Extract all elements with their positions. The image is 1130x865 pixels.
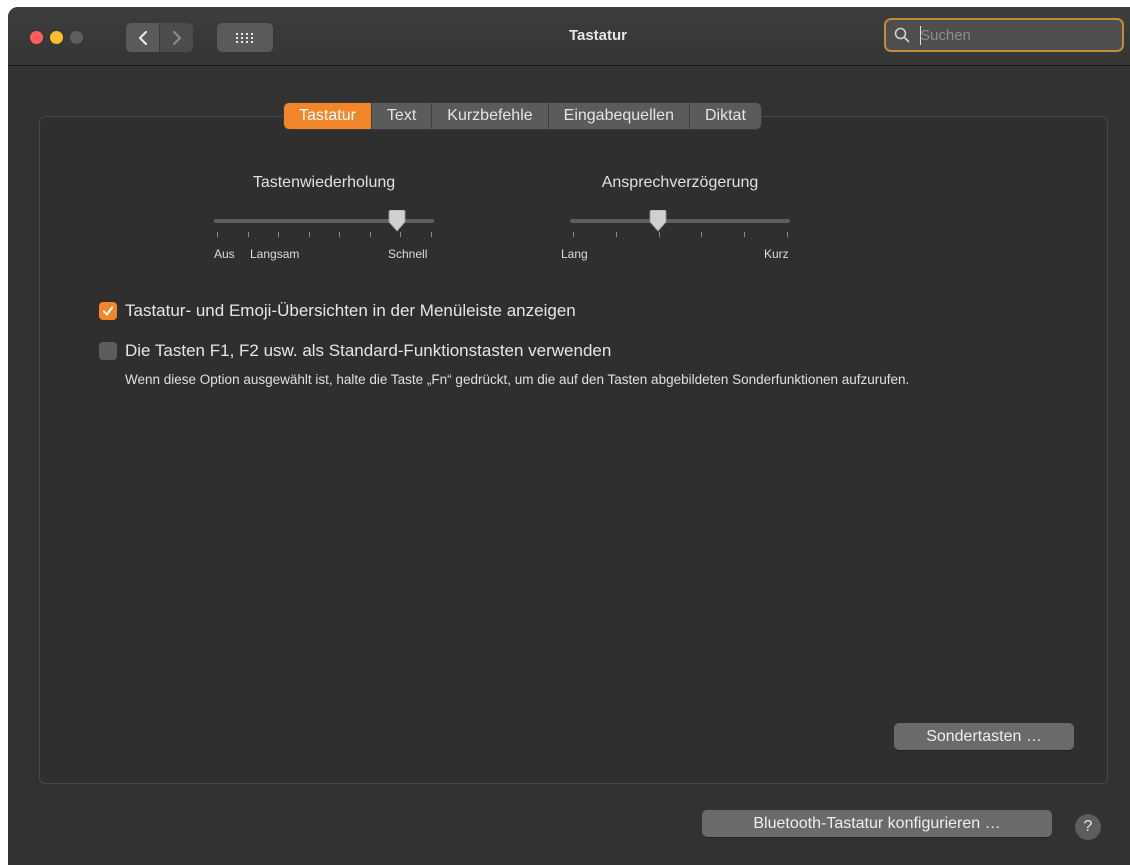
key-repeat-max-label: Schnell xyxy=(388,247,428,261)
delay-min-label: Lang xyxy=(561,247,588,261)
slider-tick xyxy=(369,232,371,237)
slider-tick xyxy=(431,232,432,237)
tab-bar: Tastatur Text Kurzbefehle Eingabequellen… xyxy=(284,103,761,129)
show-all-button[interactable] xyxy=(217,23,273,52)
bluetooth-keyboard-button[interactable]: Bluetooth-Tastatur konfigurieren … xyxy=(702,810,1052,837)
slider-tick xyxy=(701,232,703,237)
grid-icon xyxy=(236,32,253,43)
checkmark-icon xyxy=(103,306,113,316)
delay-until-repeat-label: Ansprechverzögerung xyxy=(601,174,759,191)
fn-keys-checkbox-row[interactable]: Die Tasten F1, F2 usw. als Standard-Funk… xyxy=(99,341,611,361)
slider-tick xyxy=(217,232,218,237)
show-viewers-label[interactable]: Tastatur- und Emoji-Übersichten in der M… xyxy=(125,301,576,321)
tab-text[interactable]: Text xyxy=(371,103,433,129)
help-button[interactable]: ? xyxy=(1075,814,1101,840)
slider-tick xyxy=(308,232,310,237)
fn-keys-label[interactable]: Die Tasten F1, F2 usw. als Standard-Funk… xyxy=(125,341,611,361)
key-repeat-min-label: Aus xyxy=(214,247,235,261)
tab-tastatur[interactable]: Tastatur xyxy=(284,103,372,129)
search-field[interactable] xyxy=(884,18,1124,52)
show-viewers-checkbox[interactable] xyxy=(99,302,117,320)
slider-tick xyxy=(573,232,574,237)
title-bar: Tastatur xyxy=(8,7,1130,66)
preferences-window: Tastatur Tastatur Text Kurzbefehle Einga… xyxy=(8,7,1130,865)
text-cursor xyxy=(920,26,921,45)
chevron-left-icon xyxy=(138,30,147,45)
slider-tick xyxy=(400,232,402,237)
tab-diktat[interactable]: Diktat xyxy=(689,103,761,129)
delay-track[interactable] xyxy=(570,219,790,223)
key-repeat-label: Tastenwiederholung xyxy=(252,174,396,191)
slider-tick xyxy=(744,232,746,237)
tab-kurzbefehle[interactable]: Kurzbefehle xyxy=(432,103,549,129)
zoom-window-button[interactable] xyxy=(70,31,83,44)
slider-tick xyxy=(247,232,249,237)
slider-tick xyxy=(615,232,617,237)
close-window-button[interactable] xyxy=(30,31,43,44)
fn-keys-description: Wenn diese Option ausgewählt ist, halte … xyxy=(125,372,910,387)
window-title: Tastatur xyxy=(568,27,628,44)
fn-keys-checkbox[interactable] xyxy=(99,342,117,360)
content-panel xyxy=(39,116,1108,784)
tab-eingabequellen[interactable]: Eingabequellen xyxy=(548,103,690,129)
slider-tick xyxy=(787,232,788,237)
minimize-window-button[interactable] xyxy=(50,31,63,44)
key-repeat-knob[interactable] xyxy=(387,210,407,232)
modifier-keys-button[interactable]: Sondertasten … xyxy=(894,723,1074,750)
delay-max-label: Kurz xyxy=(764,247,789,261)
show-viewers-checkbox-row[interactable]: Tastatur- und Emoji-Übersichten in der M… xyxy=(99,301,576,321)
slider-tick xyxy=(339,232,341,237)
slider-tick xyxy=(658,232,660,237)
back-button[interactable] xyxy=(126,23,159,52)
forward-button[interactable] xyxy=(160,23,193,52)
search-input[interactable] xyxy=(920,26,1110,44)
delay-knob[interactable] xyxy=(648,210,668,232)
slider-tick xyxy=(278,232,280,237)
search-icon xyxy=(894,27,910,43)
key-repeat-mid-label: Langsam xyxy=(250,247,300,261)
chevron-right-icon xyxy=(172,30,181,45)
